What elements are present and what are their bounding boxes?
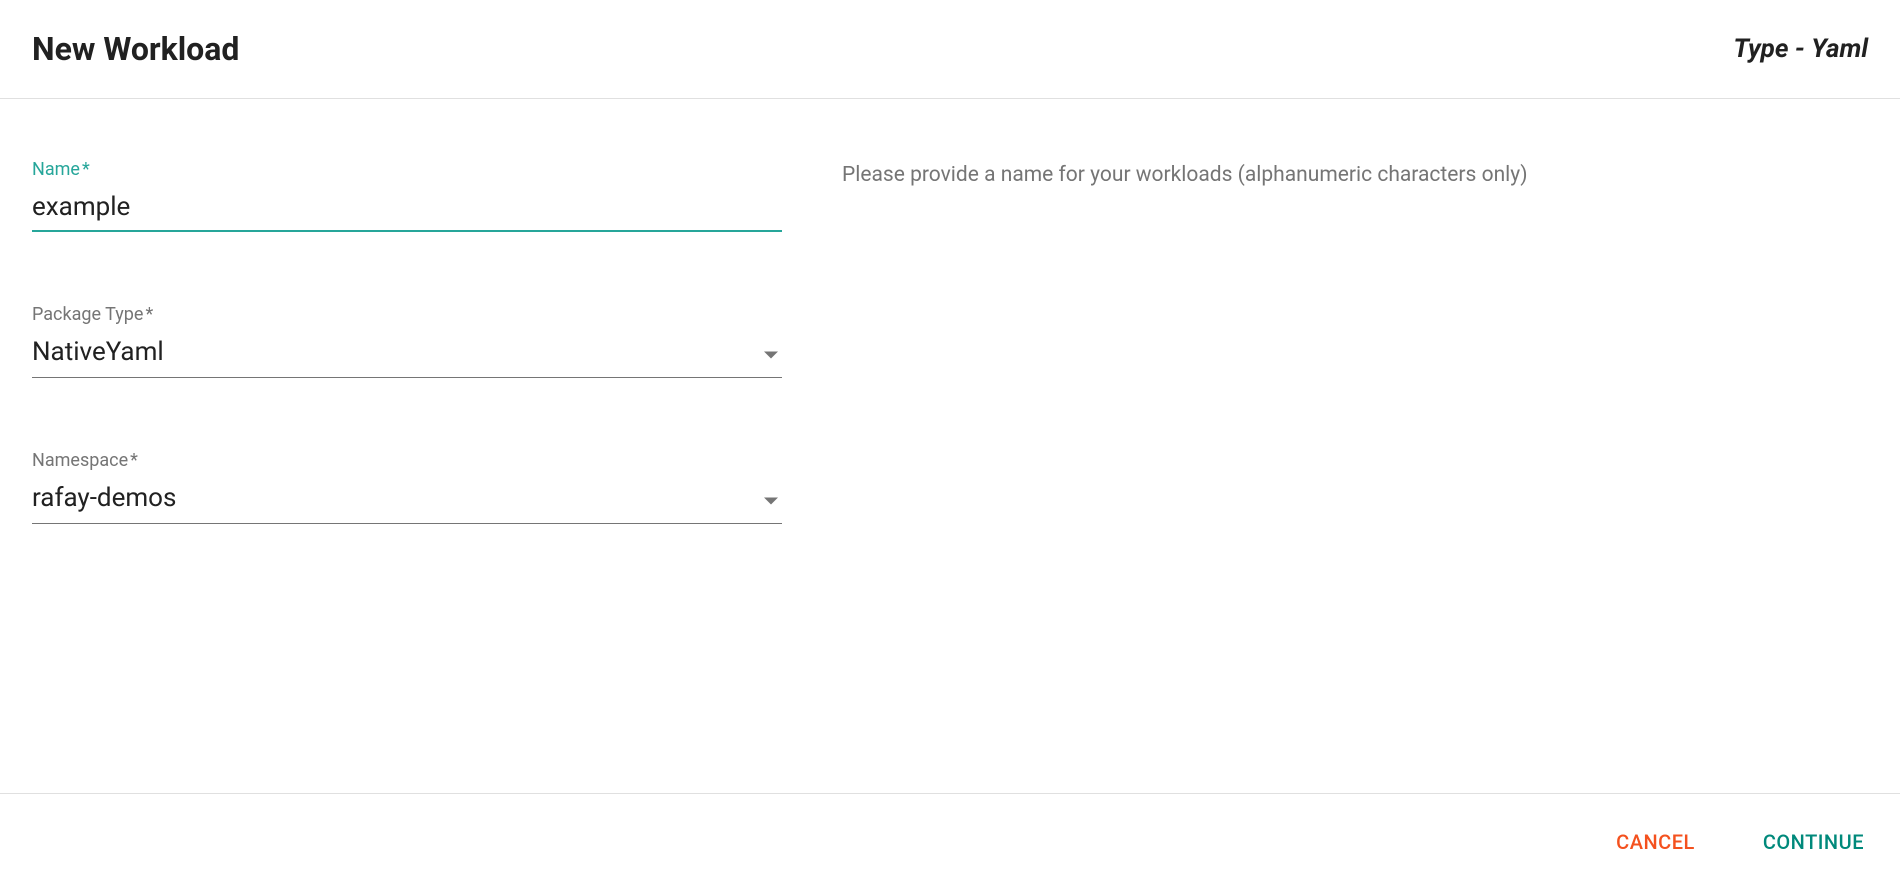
package-type-value: NativeYaml <box>32 337 164 367</box>
package-type-label: Package Type* <box>32 304 782 325</box>
namespace-required-asterisk: * <box>130 450 138 471</box>
form-content: Name* Package Type* NativeYaml Namespace… <box>0 99 1900 636</box>
chevron-down-icon <box>764 498 778 505</box>
package-type-select[interactable]: NativeYaml <box>32 333 782 378</box>
workload-type-label: Type - Yaml <box>1733 34 1868 64</box>
name-input[interactable] <box>32 188 782 232</box>
name-label: Name* <box>32 159 782 180</box>
namespace-field-group: Namespace* rafay-demos <box>32 450 782 524</box>
page-title: New Workload <box>32 30 239 68</box>
namespace-label: Namespace* <box>32 450 782 471</box>
name-required-asterisk: * <box>82 159 90 180</box>
name-field-group: Name* <box>32 159 782 232</box>
package-type-label-text: Package Type <box>32 304 143 325</box>
namespace-label-text: Namespace <box>32 450 128 471</box>
cancel-button[interactable]: CANCEL <box>1612 822 1699 862</box>
namespace-select[interactable]: rafay-demos <box>32 479 782 524</box>
continue-button[interactable]: CONTINUE <box>1759 822 1868 862</box>
package-type-field-group: Package Type* NativeYaml <box>32 304 782 378</box>
namespace-value: rafay-demos <box>32 483 176 513</box>
name-label-text: Name <box>32 159 80 180</box>
page-header: New Workload Type - Yaml <box>0 0 1900 98</box>
form-column: Name* Package Type* NativeYaml Namespace… <box>32 159 782 596</box>
name-help-text: Please provide a name for your workloads… <box>842 163 1868 187</box>
help-column: Please provide a name for your workloads… <box>842 159 1868 596</box>
chevron-down-icon <box>764 352 778 359</box>
package-type-required-asterisk: * <box>145 304 153 325</box>
footer-actions: CANCEL CONTINUE <box>0 793 1900 890</box>
